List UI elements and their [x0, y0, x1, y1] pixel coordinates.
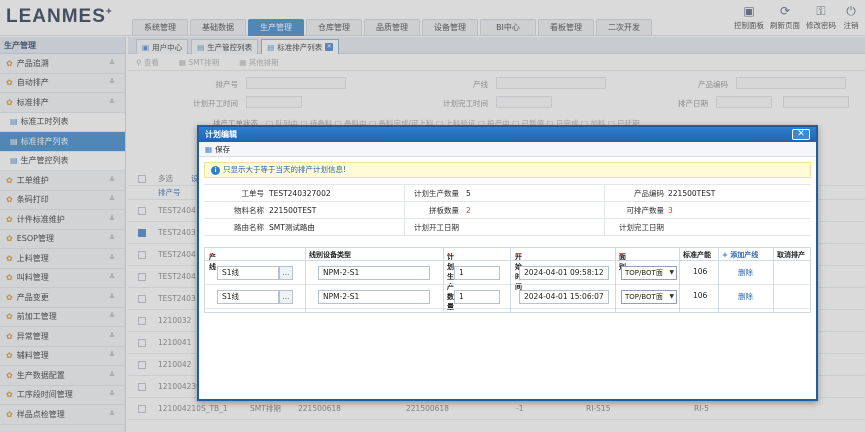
line-picker-button[interactable]: ... [279, 290, 293, 304]
divider [510, 248, 511, 312]
work-order-value: TEST240327002 [269, 189, 331, 198]
side-select-value: TOP/BOT面 [625, 293, 663, 301]
chevron-down-icon: ▼ [669, 269, 674, 276]
line-table: 产线 * 线别设备类型 计划生产数量 * 开始时间 * 面别 * 标准产能 + … [204, 247, 811, 313]
line-row: S1线... NPM-2-S1 1 2024-04-01 15:06:07 TOP/BO… [205, 285, 810, 309]
plan-end-label: 计划完工日期 [619, 223, 664, 232]
line-table-body: S1线... NPM-2-S1 1 2024-04-01 09:58:12 TOP/BO… [205, 261, 810, 309]
board-qty-value: 2 [466, 206, 471, 215]
material-name-label: 物料名称 [234, 206, 264, 215]
required-mark: * [619, 252, 623, 260]
form-row: 工单号 TEST240327002 计划生产数量 5 产品编码 221500TE… [204, 185, 811, 202]
capacity-value: 106 [693, 267, 708, 276]
equip-type-input[interactable]: NPM-2-S1 [318, 290, 430, 304]
start-time-input[interactable]: 2024-04-01 15:06:07 [519, 290, 609, 304]
close-dialog-button[interactable]: ✕ [792, 129, 810, 140]
line-input[interactable]: S1线 [217, 266, 279, 280]
divider [773, 248, 774, 312]
delete-row-button[interactable]: 删除 [738, 267, 753, 278]
col-equip-type: 线别设备类型 [309, 251, 351, 259]
notice-bar: i 只显示大于等于当天的排产计划信息! [204, 162, 811, 178]
route-value: SMT测试路由 [269, 223, 315, 232]
divider [443, 248, 444, 312]
col-cancel: 取消排产 [777, 251, 805, 259]
dialog-title-bar: 计划编辑 ✕ [199, 127, 816, 142]
plan-edit-dialog: 计划编辑 ✕ ▦ 保存 i 只显示大于等于当天的排产计划信息! 工单号 TEST24… [197, 125, 818, 401]
notice-text: 只显示大于等于当天的排产计划信息! [223, 165, 347, 174]
product-code-label: 产品编码 [634, 189, 664, 198]
dialog-toolbar: ▦ 保存 [199, 142, 816, 157]
plan-qty-input[interactable]: 1 [454, 290, 500, 304]
required-mark: * [209, 252, 213, 260]
line-row: S1线... NPM-2-S1 1 2024-04-01 09:58:12 TOP/BO… [205, 261, 810, 285]
schedulable-qty-value: 3 [668, 206, 673, 215]
line-input[interactable]: S1线 [217, 290, 279, 304]
required-mark: * [447, 252, 451, 260]
route-label: 路由名称 [234, 223, 264, 232]
divider [305, 248, 306, 312]
schedulable-qty-label: 可排产数量 [626, 206, 665, 215]
form-row: 路由名称 SMT测试路由 计划开工日期 计划完工日期 [204, 219, 811, 236]
col-capacity: 标准产能 [683, 251, 711, 259]
material-name-value: 221500TEST [269, 206, 317, 215]
add-line-button[interactable]: + 添加产线 [722, 250, 758, 260]
save-label: 保存 [215, 144, 231, 154]
plan-qty-input[interactable]: 1 [454, 266, 500, 280]
plan-qty-value: 5 [466, 189, 471, 198]
chevron-down-icon: ▼ [669, 293, 674, 300]
board-qty-label: 拼板数量 [429, 206, 459, 215]
line-table-header: 产线 * 线别设备类型 计划生产数量 * 开始时间 * 面别 * 标准产能 + … [205, 248, 810, 311]
form-row: 物料名称 221500TEST 拼板数量 2 可排产数量 3 [204, 202, 811, 219]
plan-qty-label: 计划生产数量 [414, 189, 459, 198]
work-order-label: 工单号 [241, 189, 265, 198]
start-time-input[interactable]: 2024-04-01 09:58:12 [519, 266, 609, 280]
divider [615, 248, 616, 312]
divider [718, 248, 719, 312]
product-code-value: 221500TEST [668, 189, 716, 198]
dialog-title: 计划编辑 [205, 130, 237, 139]
plan-start-label: 计划开工日期 [414, 223, 459, 232]
side-select[interactable]: TOP/BOT面 ▼ [621, 290, 677, 304]
required-mark: * [515, 252, 519, 260]
delete-row-button[interactable]: 删除 [738, 291, 753, 302]
line-picker-button[interactable]: ... [279, 266, 293, 280]
equip-type-input[interactable]: NPM-2-S1 [318, 266, 430, 280]
plan-form: 工单号 TEST240327002 计划生产数量 5 产品编码 221500TE… [204, 184, 811, 236]
capacity-value: 106 [693, 291, 708, 300]
side-select[interactable]: TOP/BOT面 ▼ [621, 266, 677, 280]
save-icon: ▦ [205, 144, 213, 154]
save-button[interactable]: ▦ 保存 [205, 144, 230, 155]
side-select-value: TOP/BOT面 [625, 269, 663, 277]
divider [679, 248, 680, 312]
info-icon: i [211, 165, 220, 175]
